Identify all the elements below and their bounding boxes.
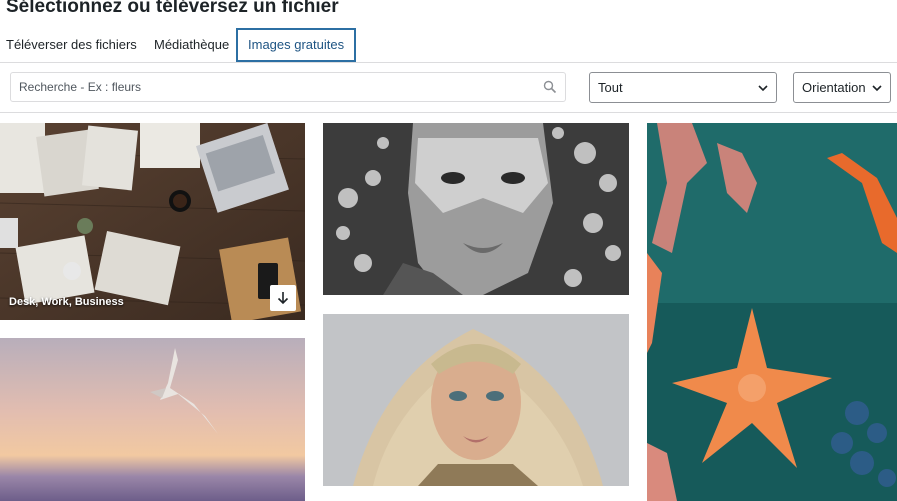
search-icon[interactable]: [543, 80, 557, 94]
page-title: Sélectionnez ou téléversez un fichier: [6, 0, 339, 17]
glitter-portrait-photo: [323, 123, 629, 295]
search-box: [10, 72, 566, 102]
tab-media-library[interactable]: Médiathèque: [154, 30, 229, 60]
type-select-value: Tout: [598, 80, 623, 95]
toolbar-divider: [0, 112, 897, 113]
chevron-down-icon: [872, 85, 882, 92]
image-tile-desk[interactable]: Desk, Work, Business: [0, 123, 305, 320]
image-tile-glitter-portrait[interactable]: [323, 123, 629, 295]
orientation-select[interactable]: Orientation: [793, 72, 891, 103]
coral-photo: [647, 123, 897, 501]
type-select[interactable]: Tout: [589, 72, 777, 103]
download-button[interactable]: [270, 285, 296, 311]
tab-bar: Téléverser des fichiers Médiathèque Imag…: [0, 28, 897, 63]
orientation-select-value: Orientation: [802, 80, 866, 95]
image-tile-silver-portrait[interactable]: [323, 314, 629, 486]
image-caption: Desk, Work, Business: [9, 296, 124, 308]
search-input[interactable]: [11, 73, 539, 101]
tab-free-images[interactable]: Images gratuites: [236, 28, 357, 62]
seagull-photo: [0, 338, 305, 501]
desk-photo: [0, 123, 305, 320]
chevron-down-icon: [758, 85, 768, 92]
image-tile-coral[interactable]: [647, 123, 897, 501]
download-arrow-icon: [277, 292, 289, 305]
image-tile-seagull[interactable]: [0, 338, 305, 501]
silver-portrait-photo: [323, 314, 629, 486]
tab-divider: [0, 62, 897, 63]
tab-upload-files[interactable]: Téléverser des fichiers: [6, 30, 137, 60]
